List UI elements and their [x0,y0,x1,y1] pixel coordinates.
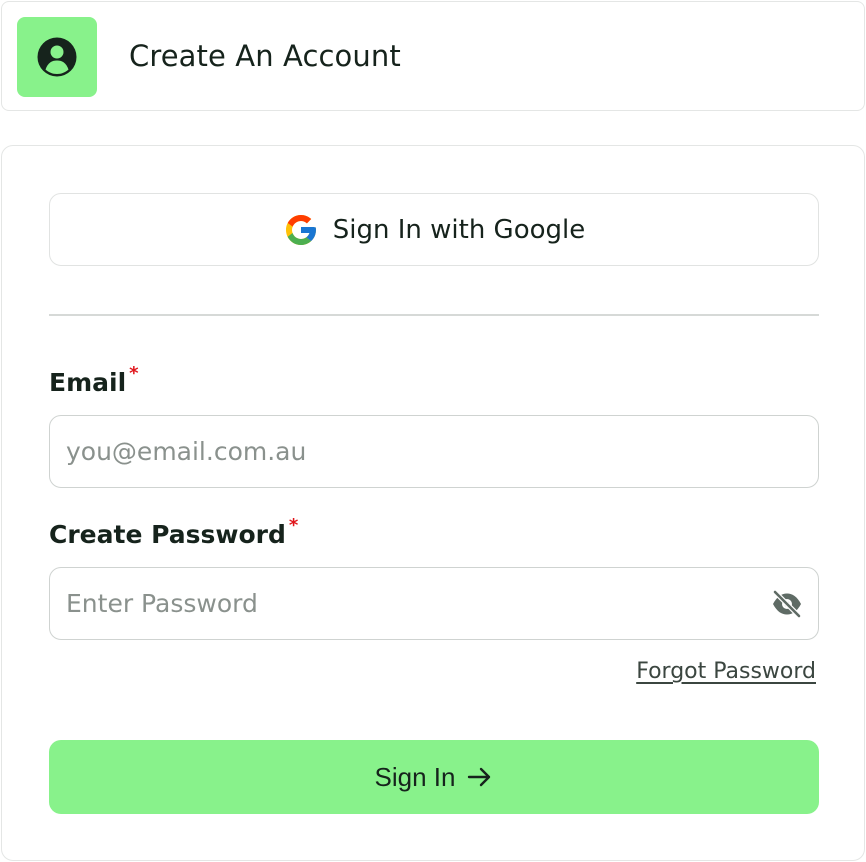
email-label: Email * [49,363,139,397]
forgot-password-link[interactable]: Forgot Password [636,659,816,684]
google-g-icon [285,214,316,245]
password-field[interactable] [50,568,818,639]
header-card: Create An Account [1,1,865,111]
google-sign-in-label: Sign In with Google [332,214,586,245]
email-field[interactable] [50,416,818,487]
password-label-text: Create Password [49,520,286,549]
required-marker: * [288,515,299,536]
eye-off-icon [772,590,802,618]
signup-form-card: Sign In with Google Email* Create Passwo… [1,145,865,861]
email-label-text: Email [49,368,127,397]
avatar [17,17,97,97]
divider [49,314,819,316]
google-sign-in-button[interactable]: Sign In with Google [49,193,819,266]
password-field-wrapper [49,567,819,640]
page-title: Create An Account [129,39,401,73]
user-circle-icon [37,37,77,77]
sign-in-button[interactable]: Sign In [49,740,819,814]
required-marker: * [129,363,139,384]
sign-in-label: Sign In [374,761,456,792]
arrow-right-icon [468,767,491,787]
email-field-wrapper [49,415,819,488]
toggle-password-visibility-button[interactable] [770,588,804,620]
password-label: Create Password * [49,515,298,549]
